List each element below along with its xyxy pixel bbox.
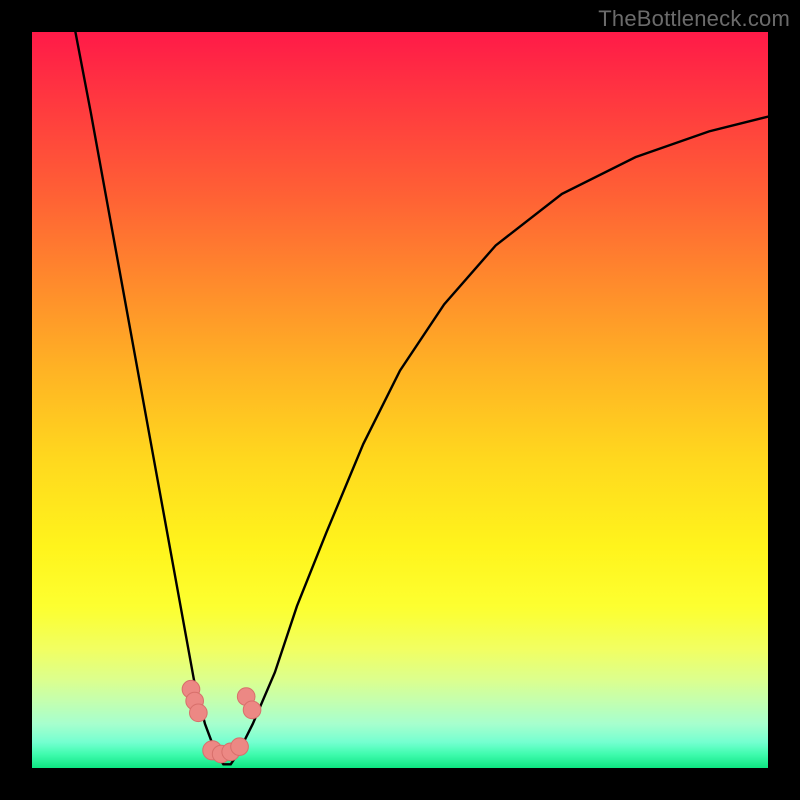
curve-marker [190,704,208,722]
curve-marker [243,701,261,719]
watermark-text: TheBottleneck.com [598,6,790,32]
plot-area [32,32,768,768]
curve-svg [32,32,768,768]
curve-marker [231,738,249,756]
curve-markers [182,680,261,762]
app-frame: TheBottleneck.com [0,0,800,800]
bottleneck-curve [75,32,768,764]
